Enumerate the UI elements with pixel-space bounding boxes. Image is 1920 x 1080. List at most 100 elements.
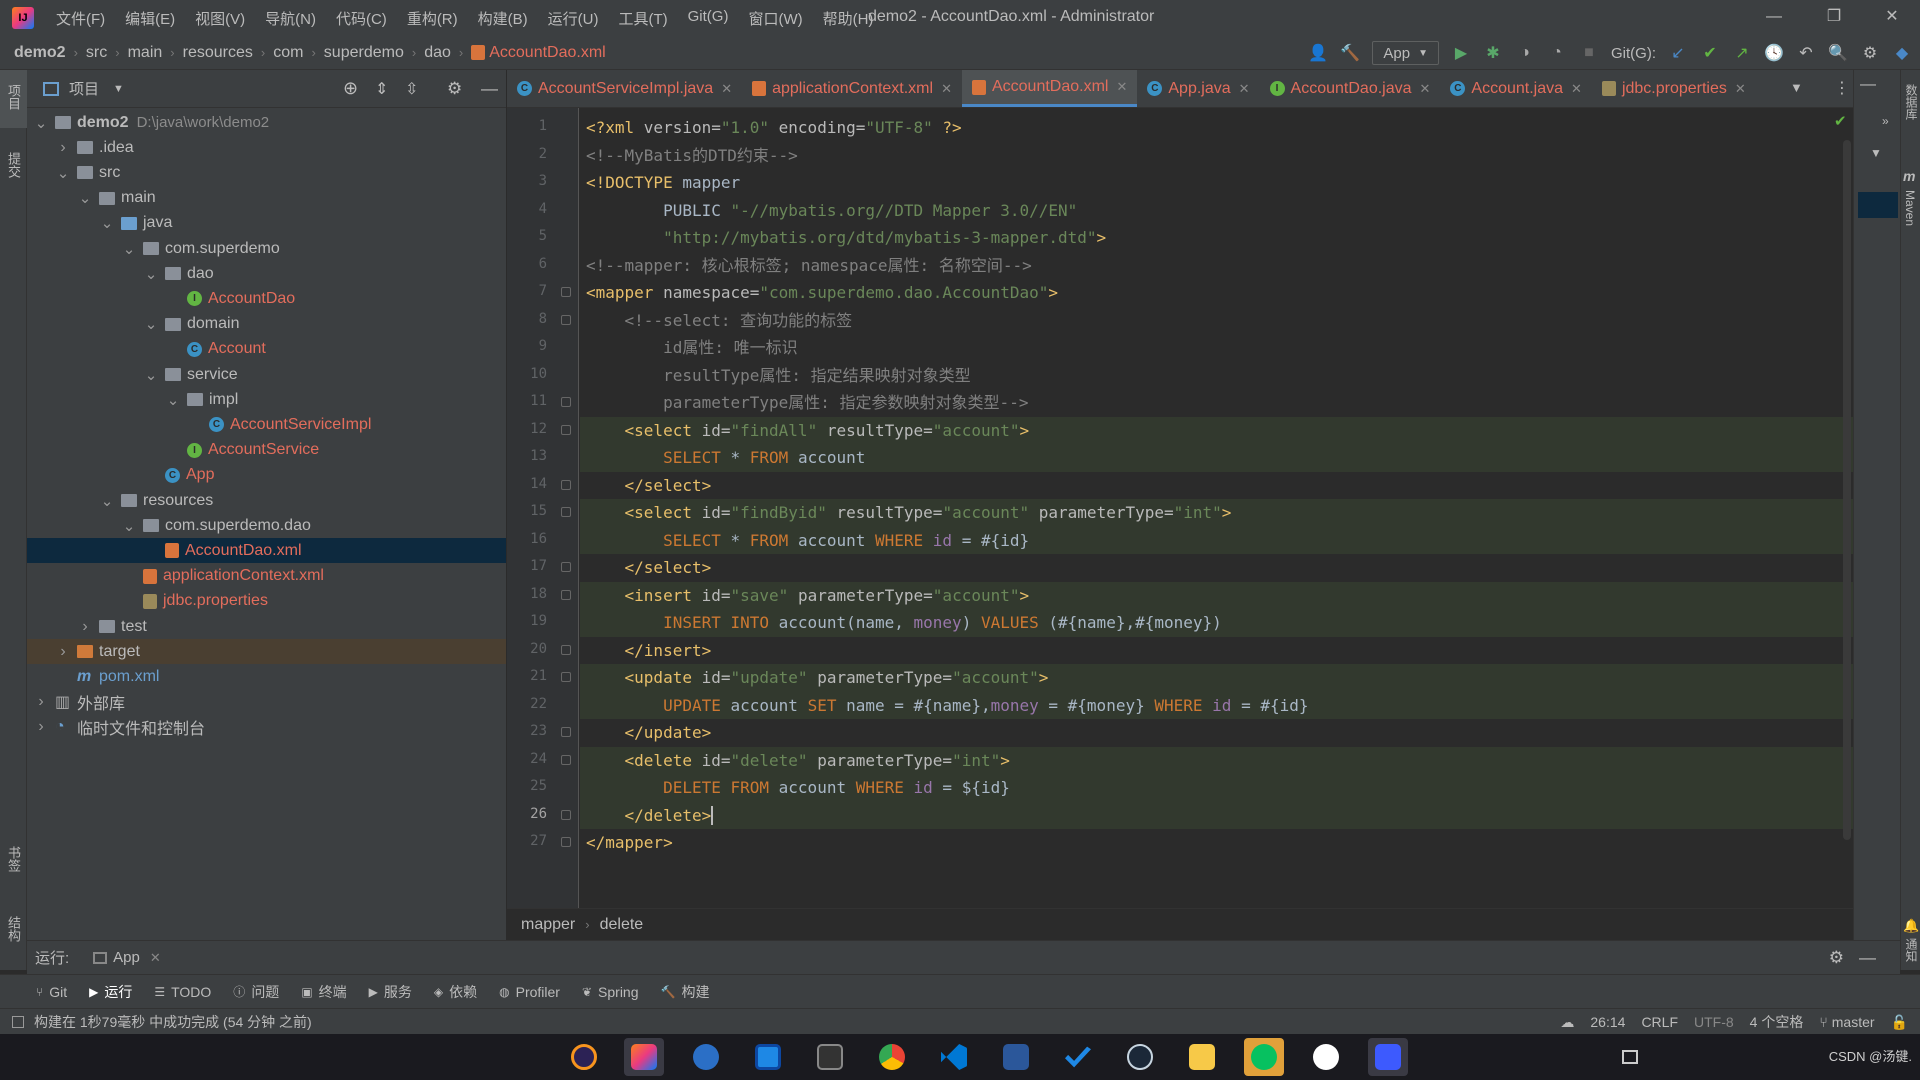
tree-item[interactable]: ⌄ demo2 D:\java\work\demo2 <box>27 110 506 135</box>
menu-file[interactable]: 文件(F) <box>46 8 115 29</box>
code-line[interactable]: resultType属性: 指定结果映射对象类型 <box>580 362 1853 390</box>
tree-item[interactable]: › .idea <box>27 135 506 160</box>
toolwindow-terminal[interactable]: ▣ 终端 <box>301 982 346 1002</box>
tree-item[interactable]: AccountDao.xml <box>27 538 506 564</box>
code-line[interactable]: id属性: 唯一标识 <box>580 334 1853 362</box>
fold-marker-icon[interactable] <box>561 672 571 682</box>
crumb-com[interactable]: com <box>273 44 303 62</box>
debug-icon[interactable]: ✱ <box>1483 43 1503 63</box>
expanded-arrow-icon[interactable]: ⌄ <box>143 265 159 283</box>
toolwindow-problems[interactable]: ⓘ 问题 <box>233 982 279 1002</box>
toolwindow-services[interactable]: ▶ 服务 <box>369 982 412 1002</box>
crumb-dao[interactable]: dao <box>424 44 451 62</box>
tree-item[interactable]: I AccountDao <box>27 286 506 311</box>
toolwindow-profiler[interactable]: ◍ Profiler <box>499 984 560 1000</box>
code-line[interactable]: SELECT * FROM account <box>580 444 1853 472</box>
close-tab-icon[interactable]: ✕ <box>941 81 952 97</box>
fold-marker-icon[interactable] <box>561 424 571 435</box>
tree-item[interactable]: ⌄ impl <box>27 387 506 412</box>
tree-item[interactable]: ⌄ domain <box>27 312 506 337</box>
close-tab-icon[interactable]: ✕ <box>1239 81 1250 97</box>
commit-tool-button[interactable]: 提交 <box>4 152 23 178</box>
toolwindow-todo[interactable]: ☰ TODO <box>154 984 211 1000</box>
stop-icon[interactable]: ■ <box>1579 43 1599 63</box>
tree-item[interactable]: ⌄ src <box>27 160 506 185</box>
editor-scrollbar[interactable] <box>1843 140 1851 840</box>
code-line[interactable]: DELETE FROM account WHERE id = ${id} <box>580 774 1853 802</box>
coverage-icon[interactable]: ◑ <box>1515 43 1535 63</box>
expanded-arrow-icon[interactable]: ⌄ <box>99 214 115 232</box>
file-encoding[interactable]: UTF-8 <box>1694 1014 1734 1030</box>
editor-tab[interactable]: AccountDao.xml ✕ <box>961 70 1138 107</box>
fold-marker-icon[interactable] <box>561 727 571 737</box>
crumb-superdemo[interactable]: superdemo <box>324 44 404 62</box>
editor-tab[interactable]: C AccountServiceImpl.java ✕ <box>507 70 742 107</box>
code-line[interactable]: PUBLIC "-//mybatis.org//DTD Mapper 3.0//… <box>580 197 1853 225</box>
code-line[interactable]: parameterType属性: 指定参数映射对象类型--> <box>580 389 1853 417</box>
collapsed-arrow-icon[interactable]: › <box>55 643 71 661</box>
menu-view[interactable]: 视图(V) <box>185 8 255 29</box>
toolwindow-spring[interactable]: ❦ Spring <box>582 984 639 1000</box>
cloud-sync-icon[interactable]: ☁ <box>1560 1014 1574 1031</box>
bookmarks-tool-button[interactable]: 书签 <box>4 846 23 872</box>
breadcrumb-mapper[interactable]: mapper <box>521 916 575 934</box>
word-taskbar-icon[interactable] <box>996 1038 1036 1076</box>
user-icon[interactable]: 👤 <box>1308 43 1328 63</box>
fold-marker-icon[interactable] <box>561 397 571 407</box>
tabs-overflow-chevron-icon[interactable]: ▼ <box>1790 80 1803 95</box>
tree-item[interactable]: › ▥ 外部库 <box>27 690 506 715</box>
close-tab-icon[interactable]: ✕ <box>721 81 732 97</box>
status-message[interactable]: 构建在 1秒79毫秒 中成功完成 (54 分钟 之前) <box>34 1012 312 1032</box>
code-line[interactable]: <!--mapper: 核心根标签; namespace属性: 名称空间--> <box>580 252 1853 280</box>
project-tool-button[interactable]: 项目 <box>4 84 23 110</box>
git-commit-icon[interactable]: ✔ <box>1700 43 1720 63</box>
indent-setting[interactable]: 4 个空格 <box>1750 1012 1804 1032</box>
editor-tab[interactable]: jdbc.properties ✕ <box>1592 70 1756 107</box>
tree-item[interactable]: ⌄ java <box>27 211 506 236</box>
expanded-arrow-icon[interactable]: ⌄ <box>99 492 115 510</box>
fold-marker-icon[interactable] <box>561 837 571 847</box>
project-panel-title[interactable]: 项目 <box>69 78 99 99</box>
locate-file-icon[interactable]: ⊕ <box>343 78 358 99</box>
toolwindow-run[interactable]: ▶ 运行 <box>89 982 132 1002</box>
restore-button[interactable]: ❐ <box>1814 4 1854 30</box>
expand-arrows-icon[interactable]: » <box>1882 114 1889 128</box>
tree-item[interactable]: m pom.xml <box>27 664 506 689</box>
code-line[interactable]: INSERT INTO account(name, money) VALUES … <box>580 609 1853 637</box>
menu-build[interactable]: 构建(B) <box>468 8 538 29</box>
chevron-down-icon[interactable]: ▼ <box>1870 146 1882 160</box>
fold-marker-icon[interactable] <box>561 287 571 297</box>
tree-item[interactable]: ⌄ com.superdemo <box>27 236 506 261</box>
code-line[interactable]: </select> <box>580 554 1853 582</box>
build-hammer-icon[interactable]: 🔨 <box>1340 43 1360 63</box>
toolwindow-build[interactable]: 🔨 构建 <box>661 982 710 1002</box>
browser-taskbar-icon[interactable] <box>686 1038 726 1076</box>
panel-settings-gear-icon[interactable]: ⚙ <box>447 79 462 99</box>
toolwindow-dependencies[interactable]: ◈ 依赖 <box>434 982 477 1002</box>
expanded-arrow-icon[interactable]: ⌄ <box>33 114 49 132</box>
tree-item[interactable]: I AccountService <box>27 438 506 463</box>
snipping-taskbar-icon[interactable] <box>748 1038 788 1076</box>
tabs-more-icon[interactable]: ⋮ <box>1834 78 1850 98</box>
intellij-taskbar-icon[interactable] <box>624 1038 664 1076</box>
chrome-taskbar-icon[interactable] <box>872 1038 912 1076</box>
git-branch[interactable]: master <box>1832 1014 1875 1030</box>
lock-icon[interactable]: 🔓 <box>1891 1014 1908 1031</box>
menu-run[interactable]: 运行(U) <box>538 8 609 29</box>
caret-position[interactable]: 26:14 <box>1590 1014 1625 1030</box>
tree-item[interactable]: C Account <box>27 337 506 362</box>
fold-marker-icon[interactable] <box>561 809 571 820</box>
wechat-taskbar-icon[interactable] <box>1244 1038 1284 1076</box>
expanded-arrow-icon[interactable]: ⌄ <box>143 366 159 384</box>
close-tab-icon[interactable]: ✕ <box>150 950 161 966</box>
fold-marker-icon[interactable] <box>561 589 571 600</box>
tree-item[interactable]: applicationContext.xml <box>27 564 506 589</box>
maven-tool-button[interactable]: Maven <box>1903 190 1917 226</box>
file-explorer-taskbar-icon[interactable] <box>1182 1038 1222 1076</box>
editor-tab[interactable]: applicationContext.xml ✕ <box>742 70 962 107</box>
minimize-panel-icon[interactable]: — <box>1860 76 1876 94</box>
crumb-resources[interactable]: resources <box>183 44 253 62</box>
expanded-arrow-icon[interactable]: ⌄ <box>143 315 159 333</box>
toggle-tool-windows-icon[interactable] <box>12 1015 24 1028</box>
jetbrains-toolbox-icon[interactable]: ◆ <box>1892 43 1912 63</box>
